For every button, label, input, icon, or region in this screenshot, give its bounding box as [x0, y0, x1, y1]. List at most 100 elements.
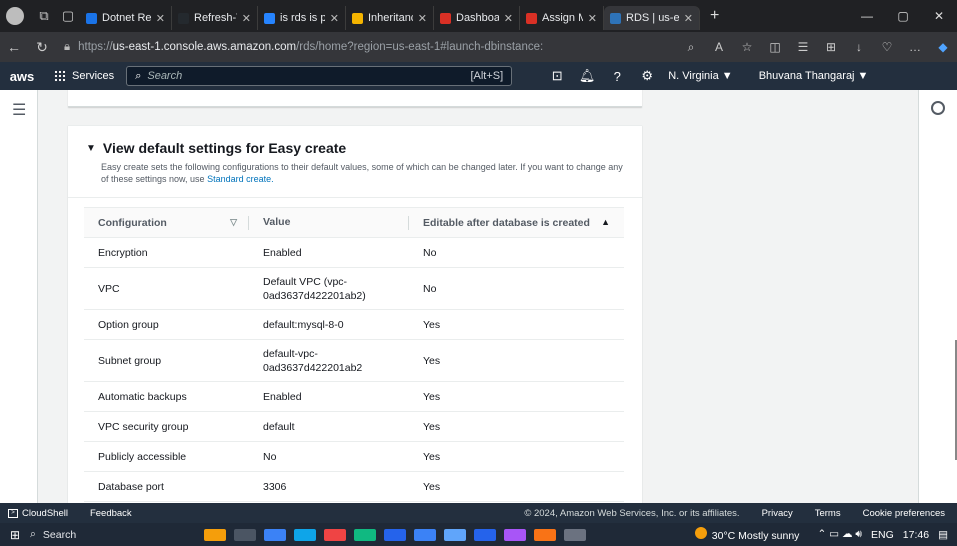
- weather-widget[interactable]: 30°C Mostly sunny: [694, 527, 809, 542]
- info-panel-icon[interactable]: [931, 101, 945, 115]
- close-tab-icon[interactable]: ✕: [588, 12, 597, 25]
- section-title: View default settings for Easy create: [102, 140, 347, 156]
- tab-actions-icon[interactable]: ▢: [56, 0, 80, 32]
- more-menu-icon[interactable]: …: [901, 40, 929, 54]
- right-help-strip: [918, 90, 957, 503]
- profile-avatar[interactable]: [6, 7, 24, 25]
- services-menu[interactable]: Services: [54, 70, 114, 82]
- table-row: Automatic backups Enabled Yes: [84, 381, 624, 412]
- vscode-icon[interactable]: [414, 528, 436, 541]
- cookie-preferences-link[interactable]: Cookie preferences: [863, 508, 945, 519]
- close-tab-icon[interactable]: ✕: [330, 12, 339, 25]
- column-header-value[interactable]: Value: [249, 207, 409, 238]
- browser-tab[interactable]: Inheritance - ✕: [346, 6, 434, 30]
- cloudshell-icon[interactable]: ⊡: [542, 68, 572, 84]
- tab-favicon-icon: [352, 12, 363, 24]
- close-tab-icon[interactable]: ✕: [242, 12, 251, 25]
- notifications-icon[interactable]: ▤: [938, 529, 948, 541]
- chrome-icon[interactable]: [324, 528, 346, 541]
- tab-favicon-icon: [86, 12, 97, 24]
- search-shortcut: [Alt+S]: [470, 70, 504, 82]
- copilot-icon[interactable]: ◆: [929, 40, 957, 54]
- app-icon[interactable]: [204, 528, 226, 541]
- browser-tab[interactable]: RDS | us-east ✕: [604, 6, 700, 30]
- url-host: us-east-1.console.aws.amazon.com: [112, 41, 297, 53]
- user-menu[interactable]: Bhuvana Thangaraj ▼: [759, 70, 869, 82]
- cloudshell-button[interactable]: > CloudShell: [8, 508, 68, 519]
- sun-icon: [694, 527, 707, 539]
- favorite-star-icon[interactable]: ☆: [733, 40, 761, 54]
- column-header-configuration[interactable]: Configuration ▽: [84, 207, 249, 238]
- refresh-icon[interactable]: ↻: [28, 39, 56, 56]
- read-aloud-icon[interactable]: A: [705, 40, 733, 54]
- defaults-table: Configuration ▽ Value Editable after dat…: [84, 207, 624, 502]
- extensions-icon[interactable]: ♡: [873, 40, 901, 54]
- table-cell-config: Database port: [84, 471, 249, 502]
- maximize-icon[interactable]: ▢: [885, 9, 921, 23]
- table-cell-editable: Yes: [409, 411, 624, 442]
- services-label: Services: [72, 70, 115, 82]
- tab-label: Assign MFA -: [542, 12, 583, 24]
- close-tab-icon[interactable]: ✕: [504, 12, 513, 25]
- close-tab-icon[interactable]: ✕: [418, 12, 427, 25]
- copyright-text: © 2024, Amazon Web Services, Inc. or its…: [524, 507, 740, 519]
- app-icon[interactable]: [444, 528, 466, 541]
- taskbar-search[interactable]: ⌕ Search: [30, 528, 200, 541]
- back-icon[interactable]: ←: [0, 39, 28, 55]
- downloads-icon[interactable]: ↓: [845, 40, 873, 54]
- app-icon[interactable]: [474, 528, 496, 541]
- tab-favicon-icon: [264, 12, 275, 24]
- workspaces-icon[interactable]: ⧉: [32, 0, 56, 32]
- table-cell-value: default: [249, 411, 409, 442]
- windows-start-icon[interactable]: ⊞: [0, 528, 30, 542]
- app-icon[interactable]: [384, 528, 406, 541]
- search-page-icon[interactable]: ⌕: [677, 40, 705, 55]
- standard-create-link[interactable]: Standard create.: [207, 174, 274, 184]
- table-cell-editable: Yes: [409, 381, 624, 412]
- close-tab-icon[interactable]: ✕: [156, 12, 165, 25]
- sort-ascending-icon: ▲: [601, 217, 610, 227]
- region-selector[interactable]: N. Virginia ▼: [668, 70, 733, 82]
- section-header[interactable]: ▼ View default settings for Easy create: [86, 140, 624, 156]
- browser-tab[interactable]: Refresh-Task ✕: [172, 6, 258, 30]
- browser-tab[interactable]: is rds is paya ✕: [258, 6, 346, 30]
- table-cell-value: Default VPC (vpc- 0ad3637d422201ab2): [249, 267, 409, 310]
- search-input[interactable]: ⌕ Search [Alt+S]: [126, 66, 513, 86]
- app-icon[interactable]: [264, 528, 286, 541]
- app-icon[interactable]: [354, 528, 376, 541]
- favorites-icon[interactable]: ☰: [789, 40, 817, 54]
- menu-icon[interactable]: ☰: [12, 100, 26, 120]
- app-icon[interactable]: [504, 528, 526, 541]
- section-description: Easy create sets the following configura…: [101, 162, 623, 184]
- close-tab-icon[interactable]: ✕: [684, 12, 693, 25]
- settings-gear-icon[interactable]: ⚙: [632, 68, 662, 84]
- close-window-icon[interactable]: ✕: [921, 9, 957, 23]
- clock[interactable]: 17:46: [903, 529, 929, 541]
- column-header-editable[interactable]: Editable after database is created ▲: [409, 207, 624, 238]
- aws-logo[interactable]: aws: [0, 69, 44, 84]
- help-icon[interactable]: ?: [602, 69, 632, 84]
- notifications-bell-icon[interactable]: 🔔︎: [572, 68, 602, 84]
- split-screen-icon[interactable]: ◫: [761, 40, 789, 54]
- table-cell-editable: Yes: [409, 309, 624, 340]
- table-cell-config: Publicly accessible: [84, 441, 249, 472]
- table-cell-config: VPC: [84, 267, 249, 310]
- collections-icon[interactable]: ⊞: [817, 40, 845, 54]
- url-field[interactable]: 🔒︎ https:// us-east-1.console.aws.amazon…: [64, 36, 604, 58]
- language-indicator[interactable]: ENG: [871, 529, 894, 541]
- app-icon[interactable]: [564, 528, 586, 541]
- feedback-link[interactable]: Feedback: [90, 508, 132, 519]
- privacy-link[interactable]: Privacy: [762, 508, 793, 519]
- browser-tab[interactable]: Dashboard | ✕: [434, 6, 520, 30]
- tray-icons[interactable]: ⌃ ▭ ☁ 🔊︎: [817, 528, 862, 541]
- browser-tab[interactable]: Dotnet Repo ✕: [80, 6, 172, 30]
- tab-favicon-icon: [178, 12, 189, 24]
- browser-tab[interactable]: Assign MFA - ✕: [520, 6, 604, 30]
- search-placeholder: Search: [147, 70, 183, 82]
- app-icon[interactable]: [534, 528, 556, 541]
- new-tab-button[interactable]: +: [700, 7, 729, 25]
- task-view-icon[interactable]: [234, 528, 256, 541]
- terms-link[interactable]: Terms: [815, 508, 841, 519]
- minimize-icon[interactable]: —: [849, 9, 885, 23]
- app-icon[interactable]: [294, 528, 316, 541]
